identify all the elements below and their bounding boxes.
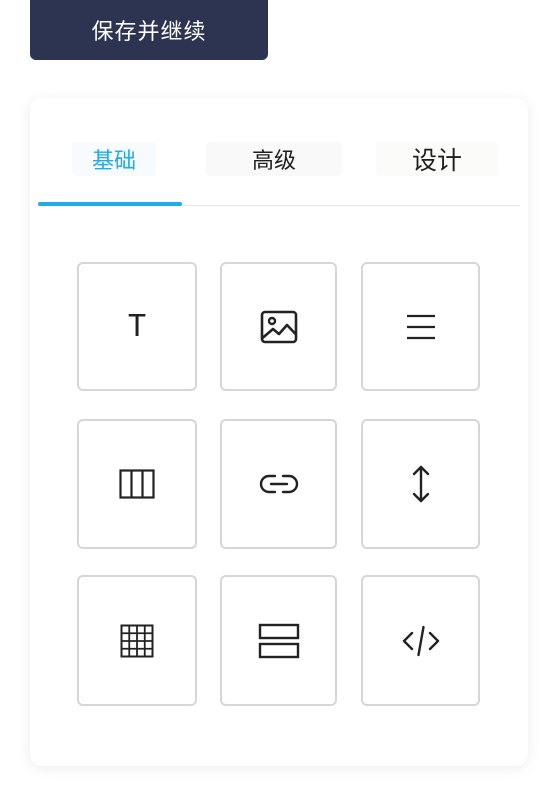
widget-text-tile[interactable]: T (77, 262, 197, 391)
link-icon (258, 473, 300, 495)
widget-rows-tile[interactable] (220, 575, 337, 706)
vertical-spacer-icon (410, 464, 432, 504)
widgets-panel: 基础 高级 设计 T (30, 98, 528, 766)
columns-icon (119, 469, 155, 499)
tab-design[interactable]: 设计 (376, 142, 498, 176)
widget-columns-tile[interactable] (77, 419, 197, 549)
code-icon (401, 625, 441, 657)
tab-basic[interactable]: 基础 (72, 142, 156, 176)
image-icon (260, 310, 298, 344)
widget-image-tile[interactable] (220, 262, 337, 391)
widget-menu-tile[interactable] (361, 262, 480, 391)
grid-table-icon (120, 624, 154, 658)
menu-lines-icon (406, 314, 436, 340)
widget-code-tile[interactable] (361, 575, 480, 706)
active-tab-indicator (38, 202, 182, 206)
widget-table-tile[interactable] (77, 575, 197, 706)
widget-spacer-tile[interactable] (361, 419, 480, 549)
tab-advanced[interactable]: 高级 (206, 142, 342, 176)
rows-icon (258, 623, 300, 659)
text-icon: T (127, 308, 147, 344)
widget-link-tile[interactable] (220, 419, 337, 549)
save-and-continue-button[interactable]: 保存并继续 (30, 0, 268, 60)
